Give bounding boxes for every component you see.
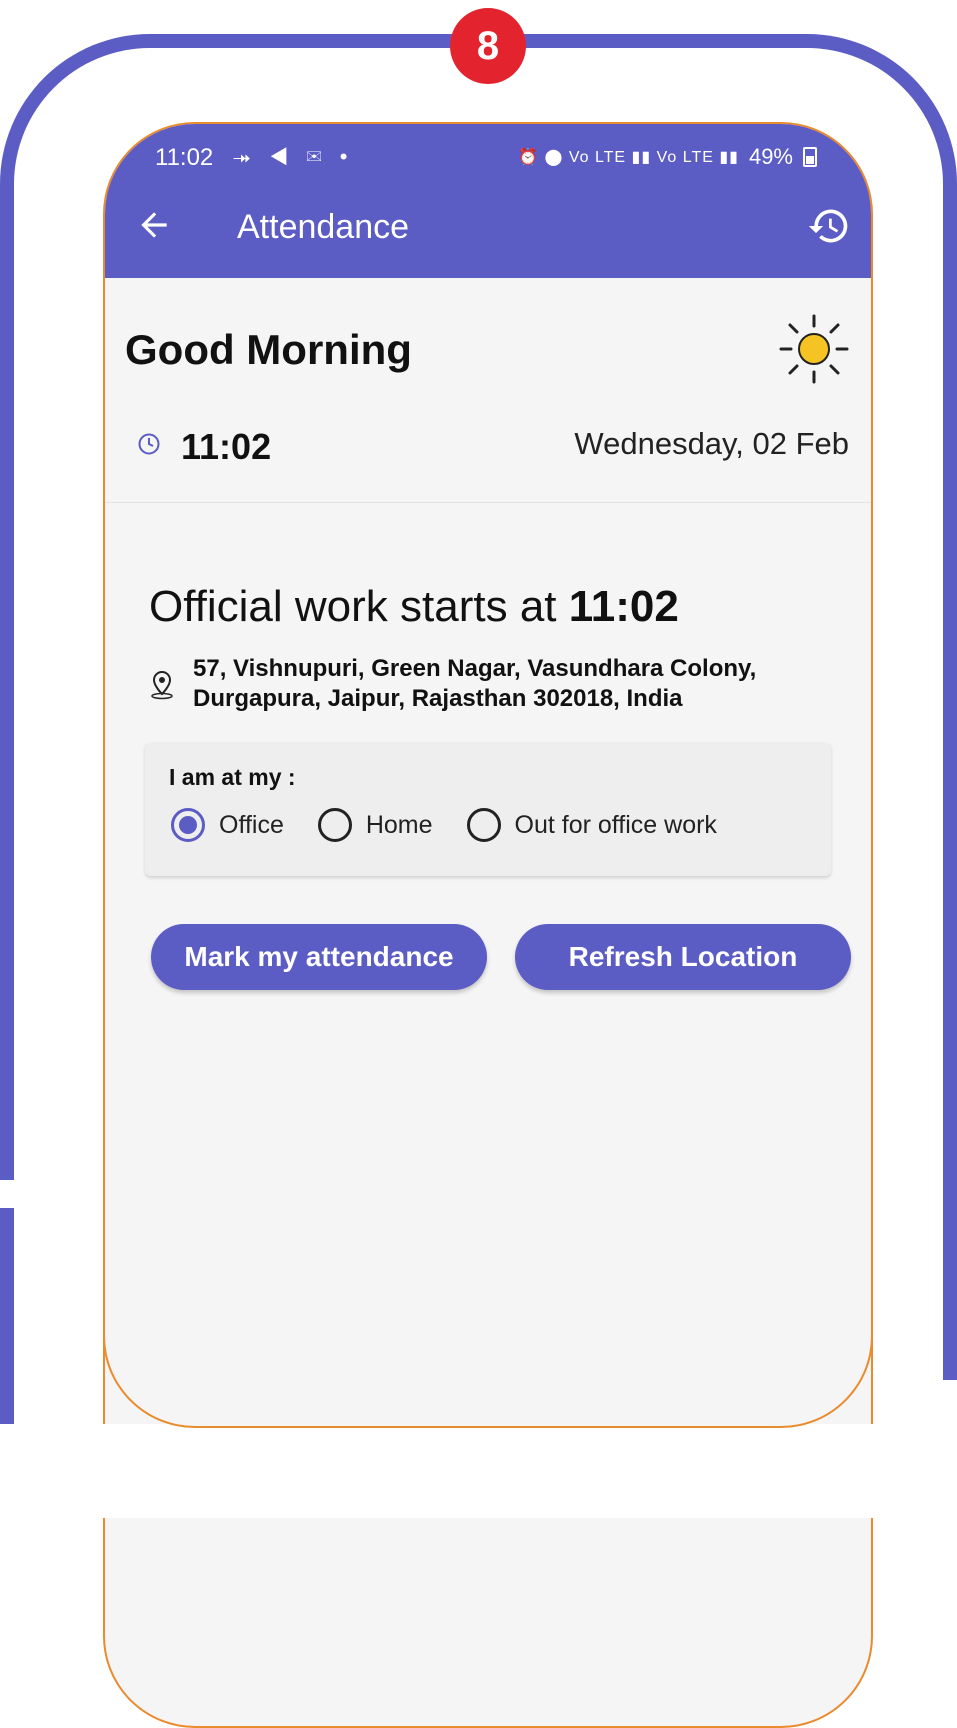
refresh-location-button[interactable]: Refresh Location: [515, 924, 851, 990]
work-start-prefix: Official work starts at: [149, 582, 557, 631]
work-start-time: 11:02: [568, 582, 679, 631]
page-bottom: [0, 1424, 957, 1518]
radio-unselected-icon: [466, 808, 501, 842]
status-system-icons: ⏰ ⬤ Vo LTE ▮▮ Vo LTE ▮▮: [518, 149, 739, 166]
radio-label: Out for office work: [514, 810, 717, 839]
clock-icon: [138, 433, 160, 455]
frame-gap: [0, 1180, 16, 1210]
work-start-text: Official work starts at 11:02: [149, 582, 679, 632]
sun-icon: [779, 314, 849, 384]
battery-percent: 49%: [748, 144, 793, 169]
radio-label: Home: [365, 810, 433, 839]
app-header: 11:02 ⯮ ◀ ✉ • ⏰ ⬤ Vo LTE ▮▮ Vo LTE ▮▮ 49…: [105, 124, 871, 278]
radio-unselected-icon: [317, 808, 352, 842]
location-radio-group: Office Home Out for office work: [171, 808, 751, 842]
address-text: 57, Vishnupuri, Green Nagar, Vasundhara …: [193, 655, 757, 712]
greeting-text: Good Morning: [125, 326, 412, 373]
radio-selected-icon: [171, 808, 205, 842]
current-time: 11:02: [181, 426, 272, 467]
history-icon[interactable]: [807, 204, 851, 248]
current-date: Wednesday, 02 Feb: [574, 426, 849, 461]
location-card: I am at my : Office Home Out for office …: [145, 742, 831, 876]
radio-home[interactable]: Home: [317, 808, 433, 842]
phone-screen-bottom: [103, 1300, 873, 1428]
page-title: Attendance: [237, 208, 410, 246]
battery-icon: [803, 147, 817, 167]
location-pin-icon: [151, 670, 173, 700]
mark-attendance-button[interactable]: Mark my attendance: [151, 924, 487, 990]
step-badge: 8: [450, 8, 526, 84]
divider: [105, 502, 871, 503]
status-right: ⏰ ⬤ Vo LTE ▮▮ Vo LTE ▮▮ 49%: [518, 144, 817, 170]
radio-office[interactable]: Office: [171, 808, 284, 842]
status-time: 11:02: [155, 144, 214, 171]
radio-out-for-office-work[interactable]: Out for office work: [466, 808, 717, 842]
status-notification-icons: ⯮ ◀ ✉ •: [233, 144, 354, 169]
location-label: I am at my :: [169, 764, 296, 790]
back-arrow-icon[interactable]: [135, 206, 173, 252]
radio-label: Office: [219, 810, 284, 839]
